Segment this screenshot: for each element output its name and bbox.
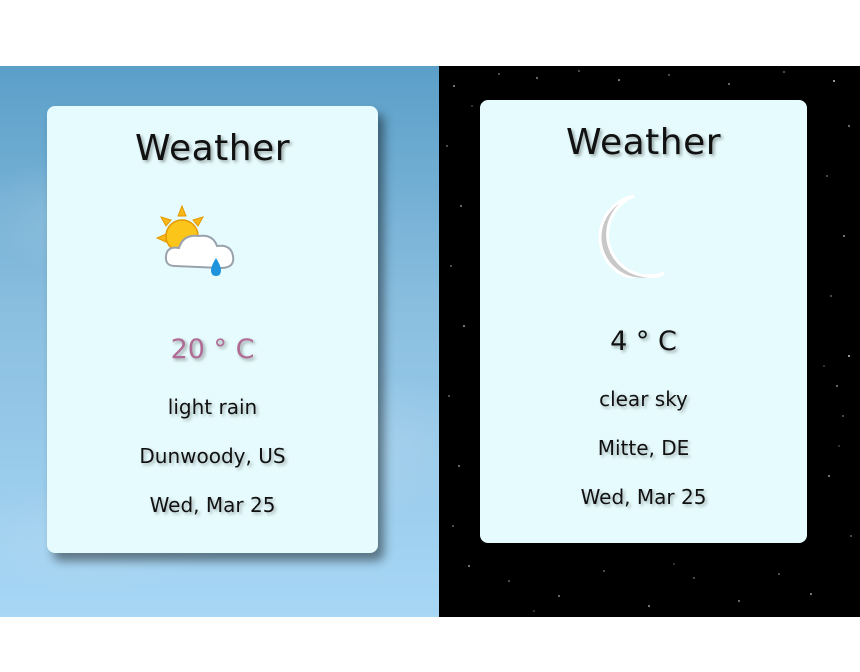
weather-description: light rain [167, 395, 258, 419]
temperature: 20 ° C [170, 334, 255, 365]
weather-card-mitte: Weather 4 ° C clear sky Mitte, DE Wed, M… [480, 100, 807, 543]
sun-cloud-rain-icon [155, 204, 247, 284]
location: Mitte, DE [597, 436, 690, 460]
temperature: 4 ° C [610, 326, 677, 357]
weather-card-dunwoody: Weather 20 ° C light rain Dunwoody, US W… [47, 106, 378, 553]
date: Wed, Mar 25 [149, 493, 276, 517]
date: Wed, Mar 25 [580, 485, 707, 509]
weather-description: clear sky [599, 387, 688, 411]
location: Dunwoody, US [139, 444, 286, 468]
day-weather-panel: Weather 20 ° C light rain Dunwoody, US W… [0, 66, 439, 617]
card-title: Weather [565, 122, 722, 163]
night-weather-panel: Weather 4 ° C clear sky Mitte, DE Wed, M… [439, 66, 860, 617]
crescent-moon-icon [594, 194, 674, 282]
card-title: Weather [134, 128, 291, 169]
